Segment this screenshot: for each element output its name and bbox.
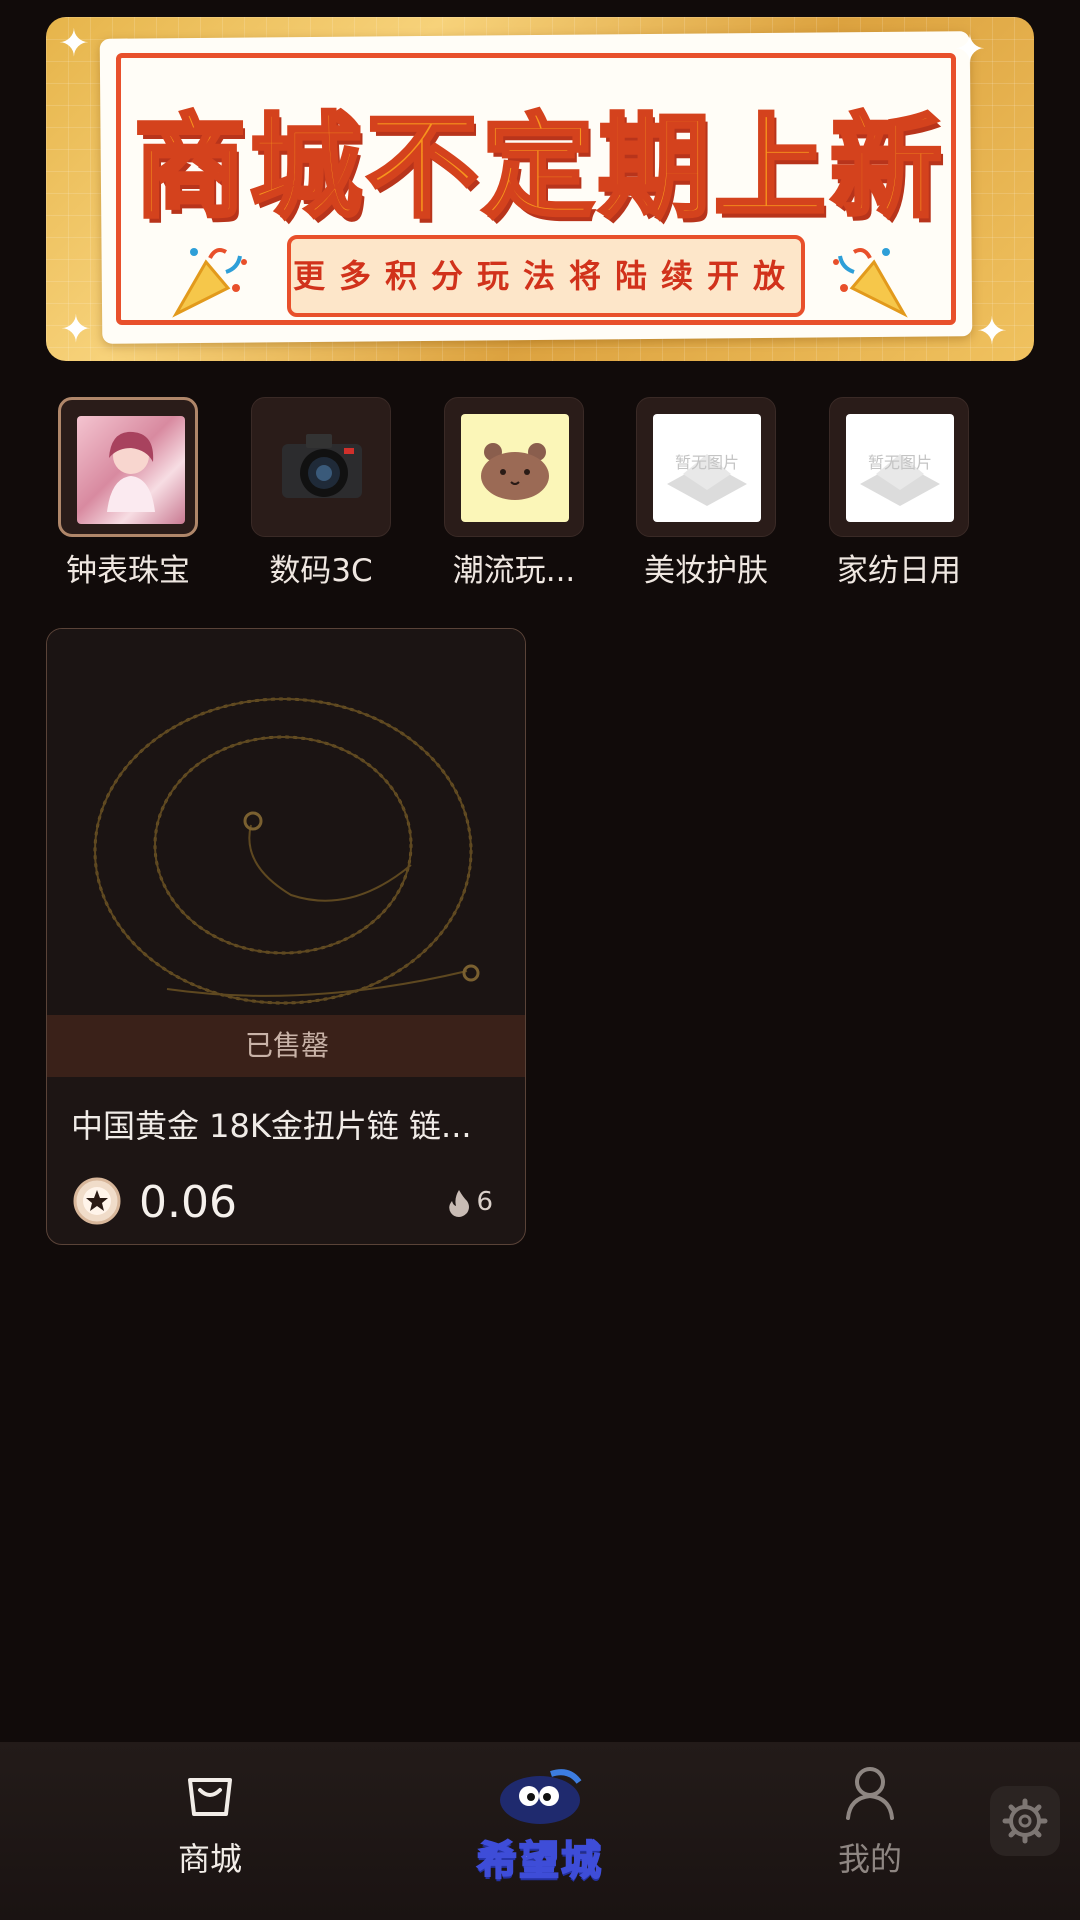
tab-mine-label: 我的 xyxy=(837,1840,902,1878)
category-digital-3c[interactable]: 数码3C xyxy=(251,397,391,590)
banner-title: 商城不定期上新 xyxy=(132,101,946,235)
product-name: 中国黄金 18K金扭片链 链... xyxy=(71,1107,472,1145)
category-thumbnail xyxy=(444,397,584,537)
svg-text:暂无图片: 暂无图片 xyxy=(868,453,932,472)
product-image xyxy=(47,629,525,1015)
sparkle-icon: ✦ xyxy=(60,307,92,351)
gold-chain-image xyxy=(93,697,480,1005)
tab-shop-label: 商城 xyxy=(177,1840,242,1878)
product-card[interactable]: 已售罄 中国黄金 18K金扭片链 链... 0.06 6 xyxy=(46,628,526,1245)
category-label: 钟表珠宝 xyxy=(66,553,190,589)
mascot-logo-icon xyxy=(500,1769,582,1824)
tab-mine[interactable]: 我的 xyxy=(720,1742,1020,1920)
promo-banner[interactable]: 商城不定期上新 更多积分玩法将陆续开放 ✦ ✦ ✦ ✦ xyxy=(46,17,1034,361)
shopping-bag-icon xyxy=(188,1778,232,1816)
category-thumbnail: 暂无图片 xyxy=(829,397,969,537)
category-thumbnail xyxy=(251,397,391,537)
bear-sticker-icon xyxy=(481,443,549,500)
sparkle-icon: ✦ xyxy=(954,27,986,71)
category-label: 数码3C xyxy=(269,553,373,589)
camera-icon xyxy=(282,434,362,498)
banner-subtitle: 更多积分玩法将陆续开放 xyxy=(287,235,805,317)
svg-text:暂无图片: 暂无图片 xyxy=(675,453,739,472)
tab-hope-city[interactable]: 希望城 xyxy=(390,1742,690,1920)
anime-figure-icon xyxy=(107,431,155,512)
sold-out-badge: 已售罄 xyxy=(47,1015,525,1077)
category-trendy-toys[interactable]: 潮流玩... xyxy=(444,397,584,590)
category-watches-jewelry[interactable]: 钟表珠宝 xyxy=(58,397,198,590)
gear-icon xyxy=(1002,1798,1048,1844)
user-profile-icon xyxy=(846,1767,894,1820)
tab-shop[interactable]: 商城 xyxy=(60,1742,360,1920)
product-price: 0.06 xyxy=(139,1177,237,1228)
category-label: 潮流玩... xyxy=(452,553,576,589)
points-coin-icon xyxy=(73,1177,121,1225)
no-image-placeholder-icon: 暂无图片 xyxy=(860,453,940,506)
party-popper-left-icon xyxy=(172,248,247,318)
no-image-placeholder-icon: 暂无图片 xyxy=(667,453,747,506)
bottom-nav: 商城 希望城 我的 xyxy=(0,1742,1080,1920)
hope-city-logo-text: 希望城 xyxy=(476,1837,603,1885)
sparkle-icon: ✦ xyxy=(58,21,90,65)
category-thumbnail: 暂无图片 xyxy=(636,397,776,537)
category-beauty-skincare[interactable]: 暂无图片 美妆护肤 xyxy=(636,397,776,590)
popularity-value: 6 xyxy=(476,1187,493,1217)
flame-icon xyxy=(449,1189,470,1217)
party-popper-right-icon xyxy=(833,248,908,318)
sparkle-icon: ✦ xyxy=(976,309,1008,353)
category-label: 美妆护肤 xyxy=(644,553,768,589)
category-home-textiles[interactable]: 暂无图片 家纺日用 xyxy=(829,397,969,590)
floating-settings-button[interactable] xyxy=(990,1786,1060,1856)
category-label: 家纺日用 xyxy=(837,553,961,589)
popularity-count: 6 xyxy=(448,1187,493,1217)
category-thumbnail xyxy=(58,397,198,537)
